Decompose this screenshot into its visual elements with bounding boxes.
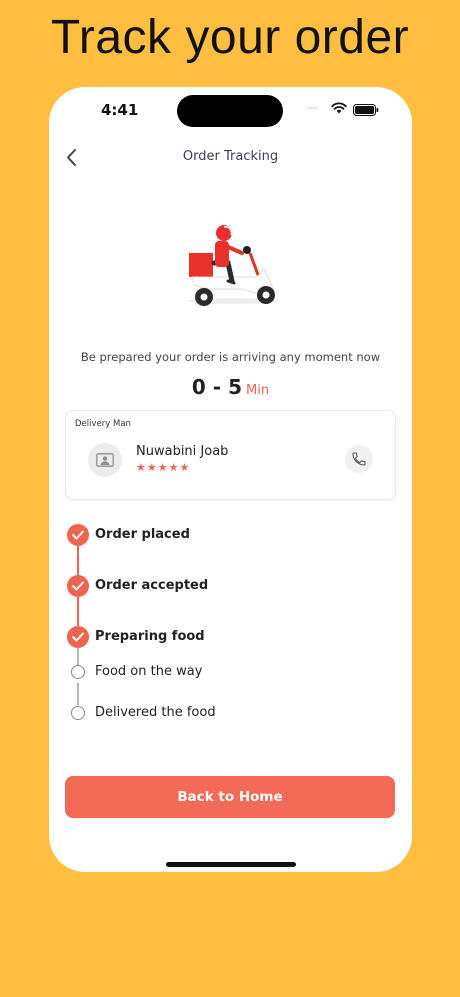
dynamic-island — [177, 95, 283, 127]
back-to-home-button[interactable]: Back to Home — [65, 776, 395, 818]
step-preparing-food: Preparing food — [67, 626, 357, 648]
arrival-message: Be prepared your order is arriving any m… — [80, 350, 381, 364]
status-bar: 4:41 ···· — [49, 87, 412, 135]
step-check-icon — [67, 524, 89, 546]
step-label: Order accepted — [95, 578, 209, 593]
step-label: Preparing food — [95, 629, 205, 644]
connector-line — [77, 546, 79, 575]
user-placeholder-icon — [96, 453, 114, 467]
delivery-scooter-illustration — [188, 225, 276, 306]
wifi-icon — [331, 102, 347, 114]
step-pending-icon — [71, 665, 85, 679]
call-button[interactable] — [345, 445, 373, 473]
delivery-man-card: Delivery Man Nuwabini Joab ★★★★★ — [65, 410, 396, 500]
eta-display: 0 - 5 Min — [49, 375, 412, 399]
step-order-placed: Order placed — [67, 524, 357, 546]
rating-stars: ★★★★★ — [136, 461, 191, 474]
card-label: Delivery Man — [75, 419, 131, 429]
phone-icon — [352, 452, 366, 466]
step-order-accepted: Order accepted — [67, 575, 357, 597]
eta-unit: Min — [245, 383, 270, 398]
step-label: Order placed — [95, 527, 190, 542]
connector-line — [77, 597, 79, 626]
status-time: 4:41 — [101, 101, 139, 119]
step-pending-icon — [71, 706, 85, 720]
home-indicator[interactable] — [166, 862, 296, 867]
order-progress-tracker: Order placed Order accepted Preparing fo… — [67, 524, 367, 744]
driver-name: Nuwabini Joab — [136, 444, 229, 459]
step-check-icon — [67, 575, 89, 597]
step-food-on-the-way: Food on the way — [67, 661, 357, 683]
eta-value: 0 - 5 — [191, 375, 242, 399]
page-title: Order Tracking — [182, 149, 279, 164]
phone-screen: 4:41 ···· Order Tracking Be prepared you… — [49, 87, 412, 872]
promo-title: Track your order — [50, 11, 410, 64]
step-label: Food on the way — [95, 664, 203, 679]
app-header: Order Tracking — [49, 145, 412, 171]
step-check-icon — [67, 626, 89, 648]
avatar — [88, 443, 122, 477]
step-delivered: Delivered the food — [67, 702, 357, 724]
step-label: Delivered the food — [95, 705, 216, 720]
battery-icon — [353, 104, 379, 116]
signal-icon: ···· — [306, 101, 318, 115]
